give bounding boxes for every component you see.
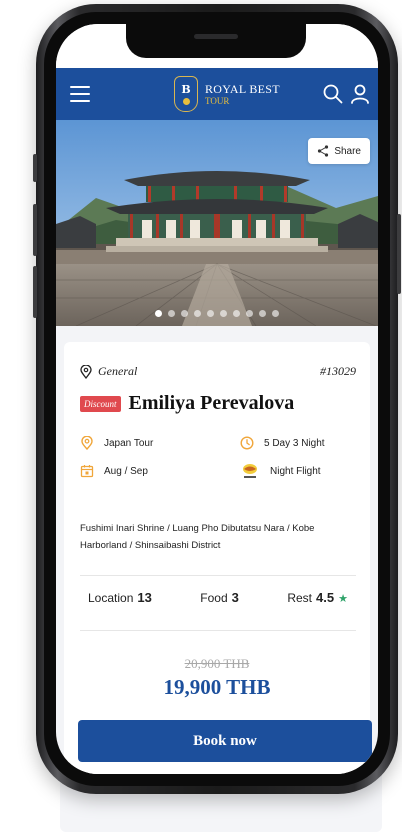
search-icon[interactable] [322,83,344,105]
logo-subtitle: TOUR [205,95,230,106]
crest-icon: B [174,76,198,112]
carousel-dot[interactable] [246,310,253,317]
phone-frame: B ROYAL BEST TOUR Share General #13029 D… [33,4,401,794]
airline-logo-icon [243,464,257,478]
duration-text: 5 Day 3 Night [264,437,325,449]
destination-text: Japan Tour [104,437,154,449]
calendar-icon [80,465,94,478]
top-nav-bar: B ROYAL BEST TOUR [56,68,378,120]
carousel-dot[interactable] [155,310,162,317]
share-label: Share [334,145,361,157]
power-button [397,214,401,294]
mute-switch [33,154,37,182]
carousel-dot[interactable] [272,310,279,317]
original-price: 20,900 THB [184,656,250,671]
divider [80,630,356,631]
current-price: 19,900 THB [163,675,271,699]
tour-code: #13029 [320,364,356,378]
title-row: Discount Emiliya Perevalova [80,392,294,415]
hero-image-carousel[interactable]: Share [56,120,378,326]
star-icon: ★ [338,593,348,605]
location-pin-icon [81,436,93,450]
category-row: General [80,364,137,379]
menu-icon[interactable] [70,86,90,102]
divider [80,575,356,576]
user-icon[interactable] [349,83,371,105]
volume-up-button [33,204,37,256]
carousel-dot[interactable] [194,310,201,317]
tour-title: Emiliya Perevalova [128,392,295,414]
itinerary-text: Fushimi Inari Shrine / Luang Pho Dibutat… [80,523,315,551]
ratings-row: Location 13 Food 3 Rest 4.5 ★ [88,590,348,605]
rest-rating: Rest 4.5 ★ [287,590,348,605]
food-rating: Food 3 [200,590,239,605]
duration-info: 5 Day 3 Night [240,436,325,450]
book-now-button[interactable]: Book now [78,720,372,762]
carousel-dot[interactable] [220,310,227,317]
logo-title: ROYAL BEST [205,81,280,96]
phone-notch [126,24,306,58]
brand-logo[interactable]: B ROYAL BEST TOUR [174,74,280,114]
volume-down-button [33,266,37,318]
carousel-dots [56,310,378,317]
share-button[interactable]: Share [308,138,370,164]
flight-info: Night Flight [240,462,321,480]
tour-card: General #13029 Discount Emiliya Perevalo… [64,342,372,774]
carousel-dot[interactable] [168,310,175,317]
share-icon [318,145,329,157]
destination-info: Japan Tour [80,436,153,450]
phone-screen: B ROYAL BEST TOUR Share General #13029 D… [56,24,378,774]
location-rating: Location 13 [88,590,152,605]
carousel-dot[interactable] [207,310,214,317]
carousel-dot[interactable] [181,310,188,317]
period-info: Aug / Sep [80,464,148,478]
carousel-dot[interactable] [233,310,240,317]
speaker-grille [194,34,238,39]
carousel-dot[interactable] [259,310,266,317]
clock-icon [240,436,254,450]
discount-badge: Discount [80,395,121,412]
flight-text: Night Flight [270,465,321,477]
period-text: Aug / Sep [104,465,148,477]
tour-category: General [98,364,138,378]
location-pin-icon [80,364,92,379]
